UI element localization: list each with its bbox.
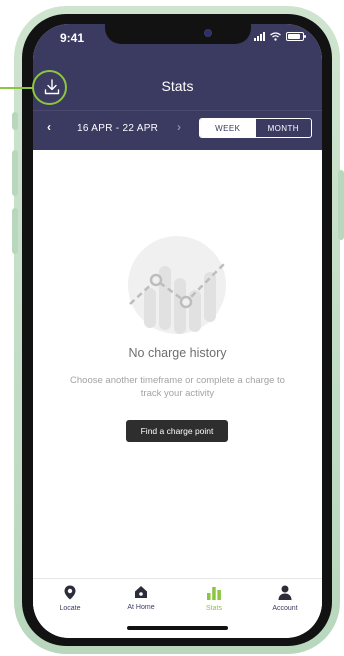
volume-down-button (12, 208, 18, 254)
tab-account[interactable]: Account (255, 585, 315, 612)
empty-state-title: No charge history (128, 346, 227, 360)
empty-chart-illustration (128, 236, 226, 334)
volume-up-button (12, 150, 18, 196)
battery-icon (286, 32, 306, 41)
tab-bar: Locate At Home Stats Account (33, 578, 322, 638)
app-screen: 9:41 Stats ‹ 16 APR - 22 APR › WEEK MONT… (33, 24, 322, 638)
status-icons (254, 32, 306, 41)
header: 9:41 Stats ‹ 16 APR - 22 APR › WEEK MONT… (33, 24, 322, 150)
callout-line (0, 87, 34, 89)
tab-at-home[interactable]: At Home (111, 585, 171, 611)
tab-stats[interactable]: Stats (184, 585, 244, 612)
person-icon (278, 585, 292, 600)
mute-switch (12, 112, 18, 130)
bar-chart-icon (207, 587, 221, 600)
tab-at-home-label: At Home (127, 604, 155, 611)
notch (105, 24, 251, 44)
tab-week[interactable]: WEEK (200, 119, 256, 137)
signal-icon (254, 32, 265, 41)
location-pin-icon (64, 585, 76, 600)
tab-stats-label: Stats (206, 605, 222, 612)
find-charge-point-button[interactable]: Find a charge point (126, 420, 228, 442)
tab-account-label: Account (272, 605, 298, 612)
home-indicator (127, 626, 228, 630)
header-divider (33, 110, 322, 111)
date-range-label: 16 APR - 22 APR (77, 123, 159, 134)
home-icon (135, 586, 147, 598)
next-week-button[interactable]: › (177, 120, 181, 134)
camera (204, 29, 212, 37)
side-button (338, 170, 344, 240)
prev-week-button[interactable]: ‹ (47, 120, 51, 134)
empty-state-description: Choose another timeframe or complete a c… (70, 375, 285, 399)
wifi-icon (270, 32, 281, 41)
period-toggle: WEEK MONTH (199, 118, 312, 138)
tab-locate[interactable]: Locate (40, 585, 100, 612)
tab-month[interactable]: MONTH (256, 119, 312, 137)
status-time: 9:41 (60, 31, 85, 45)
tab-locate-label: Locate (59, 605, 81, 612)
callout-highlight-ring (32, 70, 67, 105)
page-title: Stats (161, 78, 194, 94)
